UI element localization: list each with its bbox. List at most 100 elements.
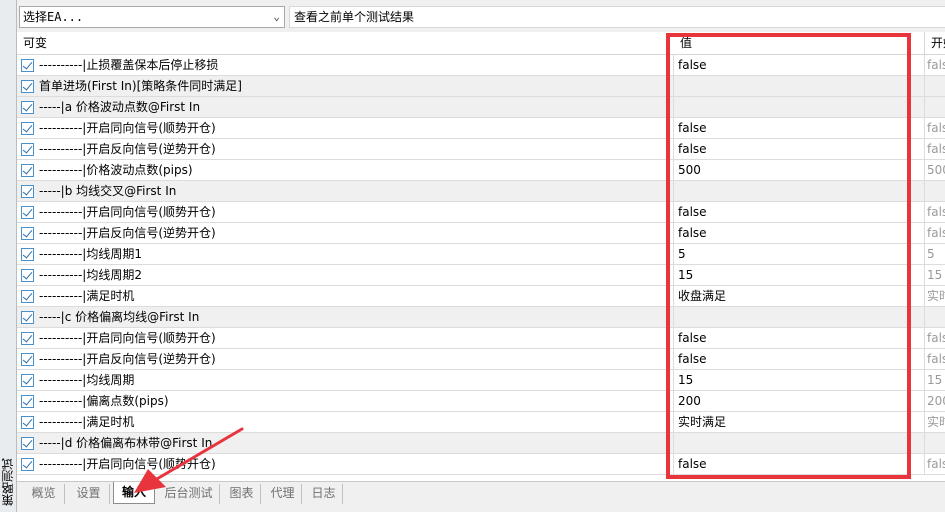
parameter-value[interactable]: 实时满足 [673, 412, 924, 432]
table-row[interactable]: ----------|开启同向信号(顺势开仓) falsefalse [17, 118, 945, 139]
parameter-value[interactable]: false [673, 139, 924, 159]
group-row[interactable]: -----|c 价格偏离均线@First In [17, 307, 945, 328]
parameter-start[interactable]: 15 [924, 370, 945, 390]
tab-7[interactable]: 日志 [305, 484, 343, 504]
parameter-value[interactable] [673, 76, 924, 96]
parameter-start[interactable] [924, 97, 945, 117]
parameter-start[interactable]: 实时 [924, 286, 945, 306]
parameter-value[interactable]: false [673, 349, 924, 369]
parameter-start[interactable]: 15 [924, 265, 945, 285]
parameter-value[interactable]: false [673, 118, 924, 138]
table-row[interactable]: ----------|开启同向信号(顺势开仓) falsefalse [17, 328, 945, 349]
parameter-start[interactable] [924, 181, 945, 201]
group-row[interactable]: -----|b 均线交叉@First In [17, 181, 945, 202]
parameter-value[interactable] [673, 97, 924, 117]
row-checkbox[interactable] [21, 374, 34, 387]
row-checkbox[interactable] [21, 227, 34, 240]
parameter-start[interactable]: 200 [924, 391, 945, 411]
parameter-value[interactable] [673, 433, 924, 453]
table-row[interactable]: ----------|偏离点数(pips) 200200 [17, 391, 945, 412]
parameter-value[interactable] [673, 307, 924, 327]
row-checkbox[interactable] [21, 395, 34, 408]
parameter-start[interactable]: false [924, 55, 945, 75]
parameter-value[interactable]: 15 [673, 265, 924, 285]
parameter-value[interactable]: false [673, 454, 924, 474]
parameter-name: ----------|开启同向信号(顺势开仓) [39, 331, 216, 345]
column-header-value[interactable]: 值 [680, 32, 692, 55]
table-row[interactable]: ----------|满足时机 收盘满足实时 [17, 286, 945, 307]
tab-3[interactable]: 输入 [113, 482, 155, 504]
parameter-value[interactable]: false [673, 202, 924, 222]
parameter-value[interactable]: false [673, 223, 924, 243]
parameter-start[interactable]: 500 [924, 160, 945, 180]
row-checkbox[interactable] [21, 143, 34, 156]
row-checkbox[interactable] [21, 185, 34, 198]
parameter-name: ----------|开启同向信号(顺势开仓) [39, 121, 216, 135]
side-panel: 策略测试 [0, 0, 17, 512]
parameter-start[interactable]: false [924, 328, 945, 348]
table-row[interactable]: ----------|开启同向信号(顺势开仓) falsefalse [17, 454, 945, 475]
parameter-start[interactable]: false [924, 202, 945, 222]
row-checkbox[interactable] [21, 59, 34, 72]
row-checkbox[interactable] [21, 80, 34, 93]
parameter-value[interactable]: 15 [673, 370, 924, 390]
tab-2[interactable]: 设置 [68, 484, 110, 504]
row-checkbox[interactable] [21, 248, 34, 261]
table-row[interactable]: ----------|开启反向信号(逆势开仓) falsefalse [17, 223, 945, 244]
tab-6[interactable]: 代理 [264, 484, 302, 504]
parameter-start[interactable]: 实时 [924, 412, 945, 432]
row-checkbox[interactable] [21, 206, 34, 219]
parameter-value[interactable]: 5 [673, 244, 924, 264]
parameter-start[interactable] [924, 307, 945, 327]
table-row[interactable]: ----------|满足时机 实时满足实时 [17, 412, 945, 433]
chevron-down-icon[interactable]: ⌄ [273, 7, 280, 27]
row-checkbox[interactable] [21, 332, 34, 345]
table-row[interactable]: ----------|止损覆盖保本后停止移损 falsefalse [17, 55, 945, 76]
parameter-value[interactable]: 500 [673, 160, 924, 180]
parameter-value[interactable]: false [673, 55, 924, 75]
parameter-start[interactable] [924, 433, 945, 453]
parameter-value[interactable]: 200 [673, 391, 924, 411]
parameter-start[interactable]: false [924, 139, 945, 159]
table-row[interactable]: ----------|均线周期 15 15 [17, 370, 945, 391]
row-checkbox[interactable] [21, 290, 34, 303]
parameter-start[interactable]: false [924, 118, 945, 138]
parameter-value[interactable]: 收盘满足 [673, 286, 924, 306]
row-checkbox[interactable] [21, 269, 34, 282]
tab-5[interactable]: 图表 [223, 484, 261, 504]
row-checkbox[interactable] [21, 101, 34, 114]
table-row[interactable]: ----------|价格波动点数(pips) 500500 [17, 160, 945, 181]
tab-1[interactable]: 概览 [23, 484, 65, 504]
row-checkbox[interactable] [21, 164, 34, 177]
column-header-start[interactable]: 开始 [924, 32, 945, 55]
row-checkbox[interactable] [21, 458, 34, 471]
table-row[interactable]: ----------|开启反向信号(逆势开仓) falsefalse [17, 139, 945, 160]
group-row[interactable]: -----|a 价格波动点数@First In [17, 97, 945, 118]
table-row[interactable]: ----------|均线周期2 15 15 [17, 265, 945, 286]
column-header-name[interactable]: 可变 [23, 32, 47, 55]
parameter-start[interactable]: false [924, 349, 945, 369]
ea-select[interactable]: 选择EA... ⌄ [19, 6, 285, 28]
parameter-start[interactable]: false [924, 454, 945, 474]
panel-title: 策略测试 [1, 458, 15, 506]
tab-4[interactable]: 后台测试 [158, 484, 220, 504]
row-checkbox[interactable] [21, 122, 34, 135]
table-row[interactable]: ----------|开启反向信号(逆势开仓) falsefalse [17, 349, 945, 370]
parameter-start[interactable] [924, 76, 945, 96]
table-row[interactable]: ----------|均线周期1 5 5 [17, 244, 945, 265]
parameter-value[interactable]: false [673, 328, 924, 348]
parameter-value[interactable] [673, 181, 924, 201]
row-checkbox[interactable] [21, 353, 34, 366]
parameter-name: ----------|开启反向信号(逆势开仓) [39, 352, 216, 366]
row-checkbox[interactable] [21, 416, 34, 429]
parameter-start[interactable]: false [924, 223, 945, 243]
row-checkbox[interactable] [21, 437, 34, 450]
group-row[interactable]: 首单进场(First In)[策略条件同时满足] [17, 76, 945, 97]
row-checkbox[interactable] [21, 311, 34, 324]
group-row[interactable]: -----|d 价格偏离布林带@First In [17, 433, 945, 454]
grid-header: 可变 值 开始 [17, 32, 945, 55]
parameter-start[interactable]: 5 [924, 244, 945, 264]
previous-results-field[interactable]: 查看之前单个测试结果 [289, 6, 945, 28]
table-row[interactable]: ----------|开启同向信号(顺势开仓) falsefalse [17, 202, 945, 223]
parameter-name: ----------|价格波动点数(pips) [39, 163, 193, 177]
